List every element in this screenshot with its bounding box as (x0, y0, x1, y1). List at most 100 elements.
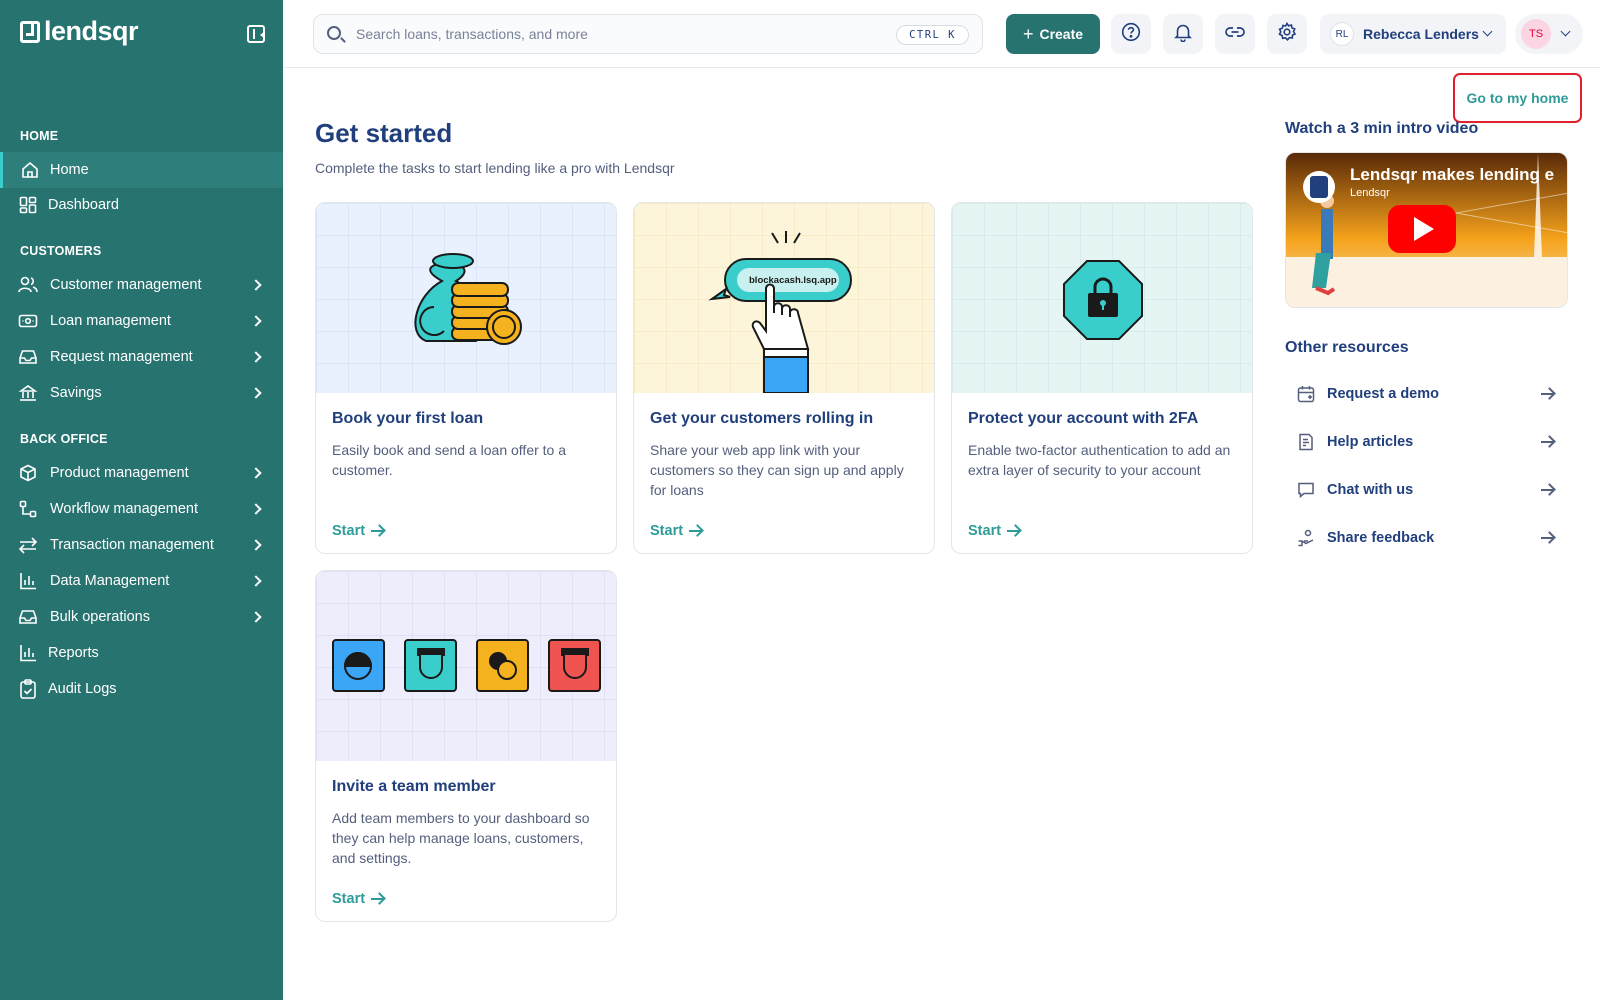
sidebar-item-savings[interactable]: Savings (0, 375, 283, 411)
chevron-right-icon (250, 279, 262, 291)
clipboard-icon (18, 679, 38, 699)
money-icon (18, 311, 38, 331)
task-card-invite-team[interactable]: Invite a team member Add team members to… (315, 570, 617, 922)
lendsqr-logo[interactable]: lendsqr (20, 18, 139, 45)
arrow-right-icon (1541, 537, 1554, 539)
card-description: Enable two-factor authentication to add … (968, 442, 1231, 478)
sidebar-item-loan-management[interactable]: Loan management (0, 303, 283, 339)
resource-help-articles[interactable]: Help articles (1285, 422, 1567, 462)
page-subtitle: Complete the tasks to start lending like… (315, 160, 675, 176)
sidebar-item-data-management[interactable]: Data Management (0, 563, 283, 599)
sidebar: lendsqr HOME Home Dashboard CUSTOMERS Cu… (0, 0, 283, 1000)
collapse-sidebar-icon[interactable] (247, 25, 265, 43)
resource-share-feedback[interactable]: Share feedback (1285, 518, 1567, 558)
resource-request-demo[interactable]: Request a demo (1285, 374, 1567, 414)
calendar-icon (1297, 385, 1315, 403)
profile-menu[interactable]: TS (1515, 14, 1583, 54)
users-icon (18, 275, 38, 295)
start-label: Start (650, 523, 684, 539)
plus-icon: + (1022, 24, 1034, 44)
go-to-my-home-link[interactable]: Go to my home (1453, 73, 1582, 123)
search-icon (327, 26, 341, 40)
inbox-icon (18, 607, 38, 627)
link-icon (1224, 22, 1246, 47)
home-icon (20, 160, 40, 180)
card-title: Book your first loan (332, 410, 484, 427)
sidebar-item-label: Data Management (50, 573, 170, 589)
arrow-right-icon (1541, 393, 1554, 395)
arrow-right-icon (1541, 489, 1554, 491)
create-label: Create (1039, 26, 1084, 42)
sidebar-item-bulk-operations[interactable]: Bulk operations (0, 599, 283, 635)
share-link-illustration (708, 231, 852, 394)
task-card-customers[interactable]: blockacash.lsq.app Get your customers ro… (633, 202, 935, 554)
sidebar-item-workflow-management[interactable]: Workflow management (0, 491, 283, 527)
card-description: Add team members to your dashboard so th… (332, 810, 590, 866)
start-label: Start (332, 891, 366, 907)
chevron-right-icon (250, 575, 262, 587)
card-illustration (316, 571, 616, 761)
search-input[interactable]: Search loans, transactions, and more CTR… (313, 14, 983, 54)
sidebar-item-audit-logs[interactable]: Audit Logs (0, 671, 283, 707)
card-title: Protect your account with 2FA (968, 410, 1199, 427)
app-link-text: blockacash.lsq.app (749, 275, 837, 286)
document-icon (1297, 433, 1315, 451)
link-button[interactable] (1215, 14, 1255, 54)
video-channel: Lendsqr (1350, 187, 1390, 199)
sidebar-item-customer-management[interactable]: Customer management (0, 267, 283, 303)
task-card-book-loan[interactable]: Book your first loan Easily book and sen… (315, 202, 617, 554)
bar-chart-icon (18, 643, 38, 663)
card-illustration (316, 203, 616, 393)
chevron-right-icon (250, 351, 262, 363)
keyboard-shortcut-badge: CTRL K (896, 25, 969, 45)
card-illustration (952, 203, 1252, 393)
money-bag-coins-icon (414, 253, 522, 345)
sidebar-item-label: Customer management (50, 277, 202, 293)
card-title: Get your customers rolling in (650, 410, 874, 427)
sidebar-item-label: Home (50, 162, 89, 178)
bell-icon (1173, 22, 1193, 47)
help-button[interactable] (1111, 14, 1151, 54)
inbox-icon (18, 347, 38, 367)
sidebar-item-dashboard[interactable]: Dashboard (0, 187, 283, 223)
start-button[interactable]: Start (968, 523, 1021, 539)
section-customers: CUSTOMERS (20, 244, 102, 258)
start-button[interactable]: Start (332, 523, 385, 539)
box-icon (18, 463, 38, 483)
gear-icon (1277, 21, 1297, 47)
sidebar-item-transaction-management[interactable]: Transaction management (0, 527, 283, 563)
feedback-icon (1297, 529, 1315, 547)
card-illustration: blockacash.lsq.app (634, 203, 934, 394)
resource-label: Share feedback (1327, 530, 1435, 546)
resource-label: Request a demo (1327, 386, 1439, 402)
organization-name: Rebecca Lenders (1363, 26, 1479, 42)
sidebar-item-label: Product management (50, 465, 189, 481)
task-card-2fa[interactable]: Protect your account with 2FA Enable two… (951, 202, 1253, 554)
create-button[interactable]: + Create (1006, 14, 1100, 54)
section-home: HOME (20, 129, 59, 143)
organization-switcher[interactable]: RL Rebecca Lenders (1320, 14, 1506, 54)
arrow-right-icon (371, 530, 385, 532)
sidebar-item-request-management[interactable]: Request management (0, 339, 283, 375)
sidebar-item-product-management[interactable]: Product management (0, 455, 283, 491)
chevron-down-icon (1482, 26, 1493, 37)
sidebar-item-label: Savings (50, 385, 102, 401)
chevron-right-icon (250, 503, 262, 515)
chevron-right-icon (250, 315, 262, 327)
search-placeholder: Search loans, transactions, and more (356, 26, 588, 42)
sidebar-item-label: Bulk operations (50, 609, 150, 625)
settings-button[interactable] (1267, 14, 1307, 54)
resource-label: Chat with us (1327, 482, 1414, 498)
resource-chat-with-us[interactable]: Chat with us (1285, 470, 1567, 510)
notifications-button[interactable] (1163, 14, 1203, 54)
help-icon (1121, 22, 1141, 47)
chevron-right-icon (250, 387, 262, 399)
start-button[interactable]: Start (650, 523, 703, 539)
sidebar-item-reports[interactable]: Reports (0, 635, 283, 671)
chevron-right-icon (250, 611, 262, 623)
intro-video-player[interactable]: Lendsqr makes lending e Lendsqr (1285, 152, 1568, 308)
start-button[interactable]: Start (332, 891, 385, 907)
sidebar-item-home[interactable]: Home (0, 152, 283, 188)
arrow-right-icon (1007, 530, 1021, 532)
page-title: Get started (315, 118, 453, 148)
